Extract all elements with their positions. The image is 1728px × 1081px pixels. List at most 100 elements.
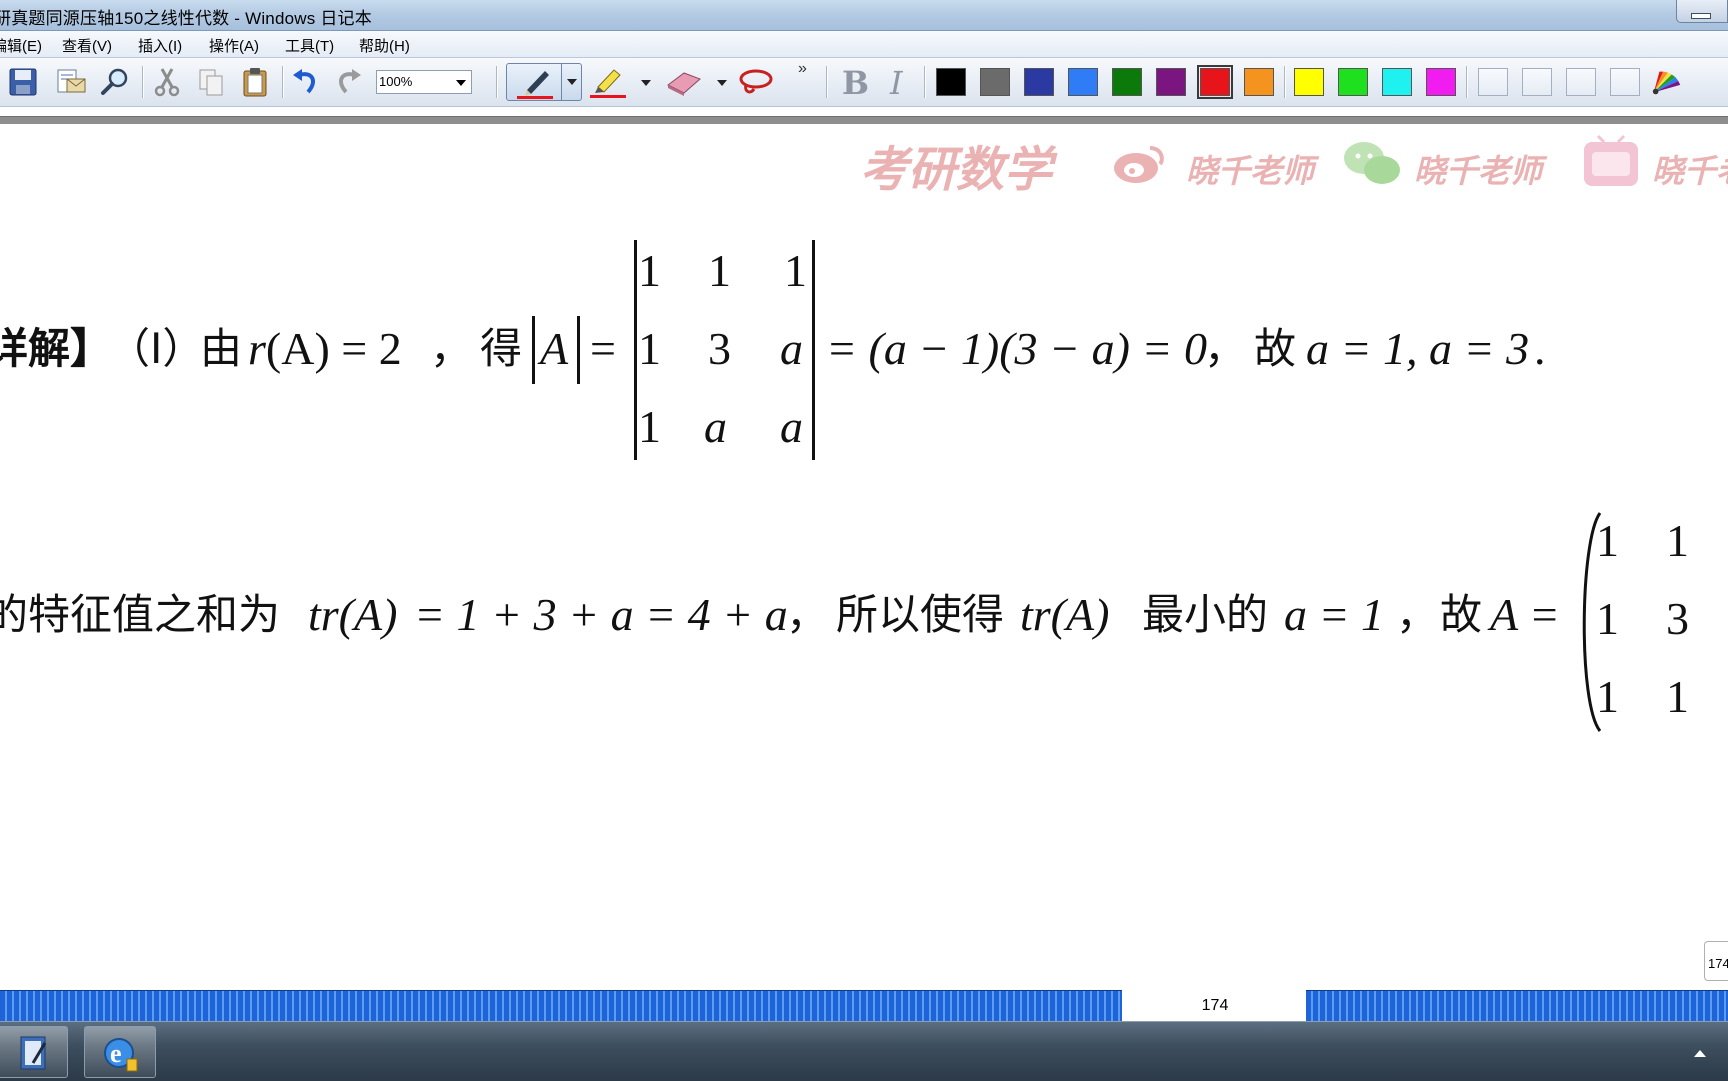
toolbar-separator xyxy=(924,66,925,98)
page-marker[interactable]: 174 xyxy=(1704,941,1728,981)
text-de: 得 xyxy=(480,324,523,373)
paste-button[interactable] xyxy=(238,65,272,99)
bold-button[interactable]: B xyxy=(842,64,869,102)
det-cell: a xyxy=(780,323,803,374)
comma: ， xyxy=(786,590,829,639)
send-email-button[interactable] xyxy=(54,65,88,99)
bilibili-icon xyxy=(1584,134,1638,186)
undo-button[interactable] xyxy=(288,65,322,99)
clipboard-icon xyxy=(243,68,267,97)
matrix-A-label: A = xyxy=(1490,589,1560,640)
zoom-select[interactable]: 100% xyxy=(376,70,472,94)
custom-color-slot[interactable] xyxy=(1478,68,1508,96)
lasso-icon xyxy=(739,69,773,94)
menu-insert[interactable]: 插入(I) xyxy=(138,35,182,56)
magnifier-icon xyxy=(101,68,128,95)
redo-button[interactable] xyxy=(332,65,366,99)
journal-app-icon xyxy=(20,1036,47,1070)
determinant-bar-right xyxy=(812,240,815,460)
page-scrollbar-left[interactable] xyxy=(0,990,1122,1022)
det-cell: 1 xyxy=(708,245,731,296)
color-swatch-cyan[interactable] xyxy=(1382,68,1412,96)
det-cell: 3 xyxy=(708,323,731,374)
solution-label: 详解】 xyxy=(0,324,113,373)
matrix-cell: 1 xyxy=(1666,515,1689,566)
custom-color-slot[interactable] xyxy=(1610,68,1640,96)
menu-help[interactable]: 帮助(H) xyxy=(359,35,410,56)
highlighter-icon xyxy=(590,69,626,98)
color-swatch-blue[interactable] xyxy=(1068,68,1098,96)
comma: ， xyxy=(1396,590,1439,639)
save-icon xyxy=(9,68,37,96)
part-number: （I） xyxy=(108,324,205,373)
text-suoyi: 所以使得 xyxy=(836,590,1005,639)
watermark-bilibili: 晓千老 xyxy=(1652,152,1728,190)
trace-expression-2: tr(A) xyxy=(1020,589,1110,640)
find-button[interactable] xyxy=(98,65,132,99)
taskbar-app-ie[interactable]: e xyxy=(84,1026,156,1078)
toolbar-separator xyxy=(1284,66,1285,98)
color-swatch-navy[interactable] xyxy=(1024,68,1054,96)
page-marker-number: 174 xyxy=(1708,956,1728,971)
eraser-button[interactable] xyxy=(664,65,704,99)
color-swatch-red[interactable] xyxy=(1197,65,1233,99)
rank-equals: = 2 xyxy=(329,323,402,374)
matrix-cell: 1 xyxy=(1596,515,1619,566)
taskbar-app-journal[interactable] xyxy=(0,1026,68,1078)
toolbar-overflow-button[interactable]: » xyxy=(798,60,807,78)
trace-expression: tr(A) xyxy=(308,589,398,640)
toolbar-separator xyxy=(826,66,827,98)
color-fan-icon xyxy=(1652,71,1681,95)
custom-color-slot[interactable] xyxy=(1522,68,1552,96)
chevron-down-icon[interactable] xyxy=(641,80,651,86)
highlighter-button[interactable] xyxy=(588,65,628,99)
a-equals-one: a = 1 xyxy=(1284,589,1385,640)
color-swatch-green[interactable] xyxy=(1112,68,1142,96)
copy-icon xyxy=(199,69,223,96)
taskbar: e xyxy=(0,1021,1728,1081)
tray-expand-icon[interactable] xyxy=(1694,1050,1706,1057)
color-swatch-yellow[interactable] xyxy=(1294,68,1324,96)
note-page[interactable] xyxy=(0,124,1728,988)
pen-split-divider xyxy=(561,64,562,100)
chevron-down-icon[interactable] xyxy=(567,79,577,85)
lasso-select-button[interactable] xyxy=(736,65,776,99)
internet-explorer-icon: e xyxy=(104,1038,138,1072)
undo-icon xyxy=(293,69,315,94)
color-swatch-gray[interactable] xyxy=(980,68,1010,96)
svg-text:e: e xyxy=(110,1039,122,1068)
chevron-down-icon[interactable] xyxy=(717,80,727,86)
custom-color-slot[interactable] xyxy=(1566,68,1596,96)
det-cell: 1 xyxy=(638,245,661,296)
menu-tools[interactable]: 工具(T) xyxy=(285,35,334,56)
color-swatch-black[interactable] xyxy=(936,68,966,96)
copy-button[interactable] xyxy=(194,65,228,99)
watermark-wechat: 晓千老师 xyxy=(1414,152,1543,190)
color-swatch-orange[interactable] xyxy=(1244,68,1274,96)
text-you: 由 xyxy=(200,324,243,373)
pen-tool-button[interactable] xyxy=(506,63,582,101)
menu-edit[interactable]: 编辑(E) xyxy=(0,35,42,56)
eigen-sum-text: 的特征值之和为 xyxy=(0,590,281,639)
menu-view[interactable]: 查看(V) xyxy=(62,35,112,56)
comma: ， xyxy=(1204,324,1247,373)
minimize-button[interactable] xyxy=(1676,0,1728,23)
watermark-weibo: 晓千老师 xyxy=(1186,152,1315,190)
save-button[interactable] xyxy=(6,65,40,99)
menu-bar: 编辑(E) 查看(V) 插入(I) 操作(A) 工具(T) 帮助(H) xyxy=(0,31,1728,58)
italic-button[interactable]: I xyxy=(890,64,903,102)
color-palette-button[interactable] xyxy=(1650,65,1684,99)
abs-bar-right xyxy=(577,316,580,384)
cut-button[interactable] xyxy=(150,65,184,99)
zoom-value: 100% xyxy=(379,74,413,89)
color-swatch-purple[interactable] xyxy=(1156,68,1186,96)
result-expression: a = 1, a = 3 xyxy=(1306,323,1530,374)
watermark-brand: 考研数学 xyxy=(860,142,1053,198)
det-cell: 1 xyxy=(638,401,661,452)
menu-action[interactable]: 操作(A) xyxy=(209,35,259,56)
color-swatch-magenta[interactable] xyxy=(1426,68,1456,96)
rank-argument: (A) xyxy=(265,323,330,374)
page-scrollbar-right[interactable] xyxy=(1306,990,1728,1022)
color-swatch-lime[interactable] xyxy=(1338,68,1368,96)
chevron-down-icon xyxy=(456,80,466,86)
